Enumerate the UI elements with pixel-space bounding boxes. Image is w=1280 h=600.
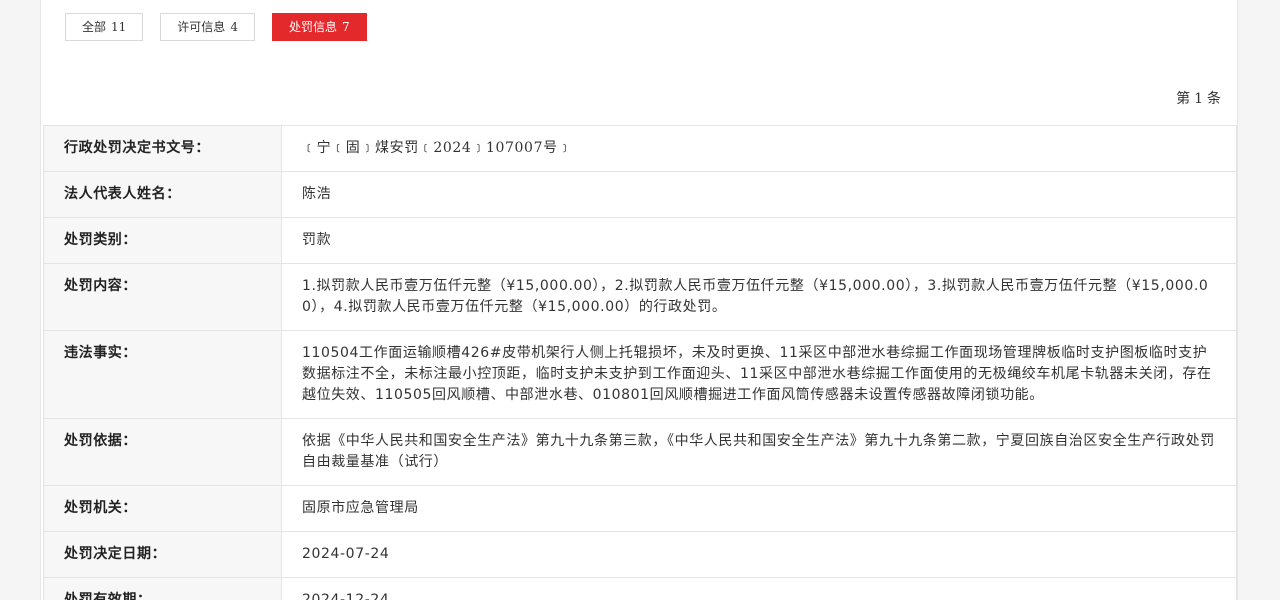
row-label-violation-facts: 违法事实：	[43, 330, 282, 419]
row-value-penalty-content: 1.拟罚款人民币壹万伍仟元整（¥15,000.00），2.拟罚款人民币壹万伍仟元…	[281, 263, 1237, 331]
table-row: 行政处罚决定书文号： ﹝宁﹝固﹞煤安罚﹝2024﹞107007号﹞	[43, 125, 1237, 172]
table-row: 法人代表人姓名： 陈浩	[43, 171, 1237, 218]
table-row: 处罚有效期： 2024-12-24	[43, 577, 1237, 600]
table-row: 违法事实： 110504工作面运输顺槽426#皮带机架行人侧上托辊损坏，未及时更…	[43, 330, 1237, 419]
row-label-decision-date: 处罚决定日期：	[43, 531, 282, 578]
tab-count: 7	[341, 20, 350, 34]
row-label-penalty-basis: 处罚依据：	[43, 418, 282, 486]
tab-label: 全部	[82, 20, 107, 34]
row-label-penalty-type: 处罚类别：	[43, 217, 282, 264]
row-value-penalty-type: 罚款	[281, 217, 1237, 264]
row-value-violation-facts: 110504工作面运输顺槽426#皮带机架行人侧上托辊损坏，未及时更换、11采区…	[281, 330, 1237, 419]
row-value-legal-representative: 陈浩	[281, 171, 1237, 218]
tab-count: 11	[111, 20, 127, 34]
record-index-number: 1	[1194, 91, 1203, 107]
record-index: 第1条	[1176, 88, 1221, 108]
table-row: 处罚内容： 1.拟罚款人民币壹万伍仟元整（¥15,000.00），2.拟罚款人民…	[43, 263, 1237, 331]
row-value-decision-date: 2024-07-24	[281, 531, 1237, 578]
row-value-penalty-basis: 依据《中华人民共和国安全生产法》第九十九条第三款，《中华人民共和国安全生产法》第…	[281, 418, 1237, 486]
tab-count: 4	[230, 20, 238, 34]
tab-all[interactable]: 全部 11	[65, 13, 144, 41]
row-value-validity-period: 2024-12-24	[281, 577, 1237, 600]
row-label-decision-number: 行政处罚决定书文号：	[43, 125, 282, 172]
filter-tabs: 全部 11 许可信息 4 处罚信息 7	[65, 13, 367, 41]
row-value-penalty-authority: 固原市应急管理局	[281, 485, 1237, 532]
table-row: 处罚依据： 依据《中华人民共和国安全生产法》第九十九条第三款，《中华人民共和国安…	[43, 418, 1237, 486]
row-value-decision-number: ﹝宁﹝固﹞煤安罚﹝2024﹞107007号﹞	[281, 125, 1237, 172]
record-index-suffix: 条	[1207, 91, 1221, 107]
row-label-penalty-authority: 处罚机关：	[43, 485, 282, 532]
tab-label: 许可信息	[177, 20, 226, 34]
tab-label: 处罚信息	[288, 20, 337, 34]
table-row: 处罚类别： 罚款	[43, 217, 1237, 264]
row-label-legal-representative: 法人代表人姓名：	[43, 171, 282, 218]
tab-penalty-info[interactable]: 处罚信息 7	[271, 13, 367, 41]
penalty-info-panel: 全部 11 许可信息 4 处罚信息 7 第1条 行政处罚决定书文号： ﹝宁﹝固﹞煤安罚…	[40, 0, 1238, 600]
penalty-detail-table: 行政处罚决定书文号： ﹝宁﹝固﹞煤安罚﹝2024﹞107007号﹞ 法人代表人姓…	[43, 125, 1237, 600]
tab-license-info[interactable]: 许可信息 4	[160, 13, 255, 41]
record-index-prefix: 第	[1176, 91, 1191, 107]
row-label-validity-period: 处罚有效期：	[43, 577, 282, 600]
table-row: 处罚决定日期： 2024-07-24	[43, 531, 1237, 578]
table-row: 处罚机关： 固原市应急管理局	[43, 485, 1237, 532]
row-label-penalty-content: 处罚内容：	[43, 263, 282, 331]
